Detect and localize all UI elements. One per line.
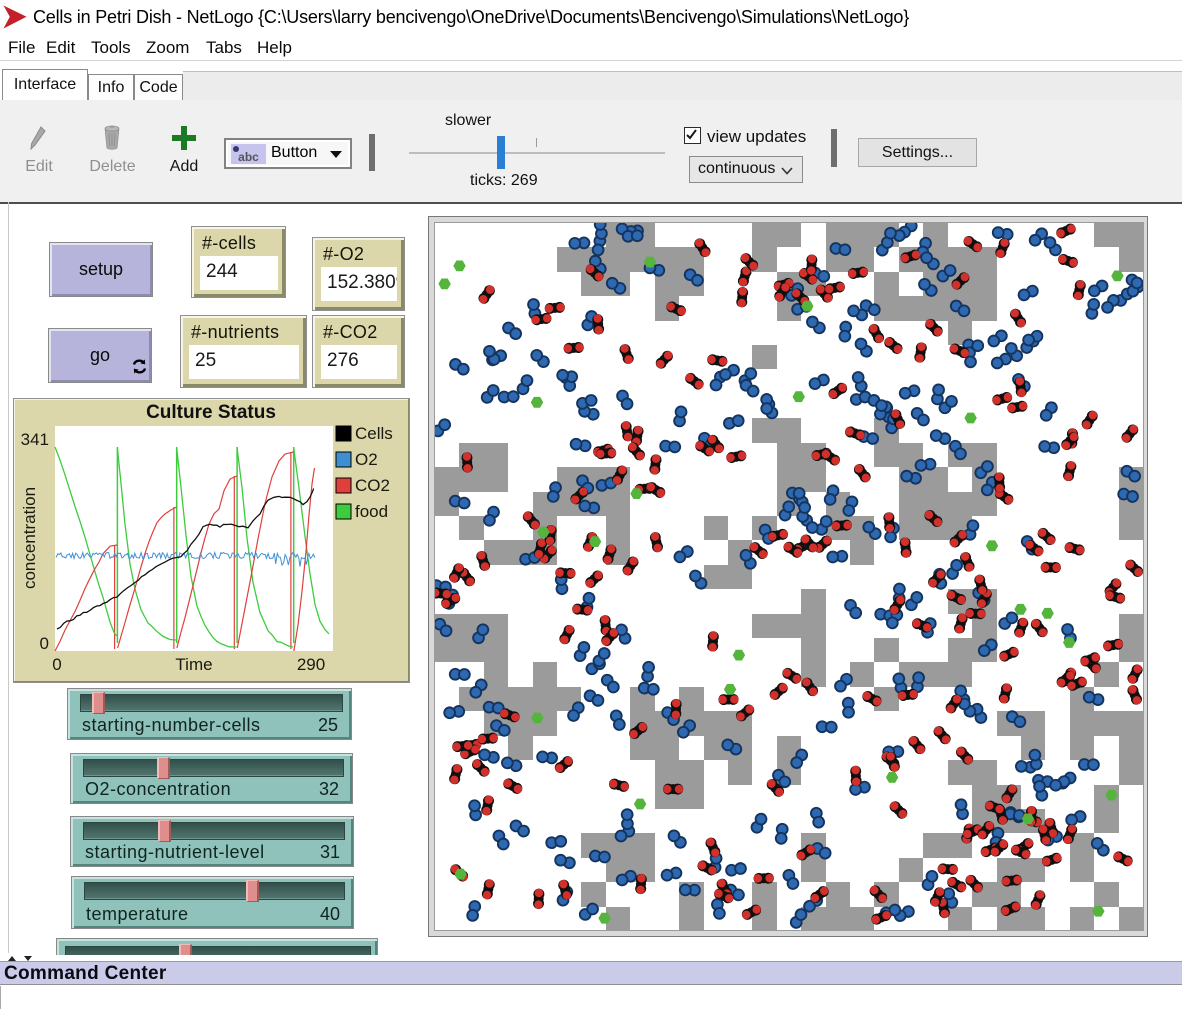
svg-text:Time: Time xyxy=(175,655,212,674)
svg-text:0: 0 xyxy=(40,634,49,653)
svg-text:concentration: concentration xyxy=(20,487,39,589)
svg-text:0: 0 xyxy=(52,655,61,674)
svg-text:Cells: Cells xyxy=(355,424,393,443)
svg-text:Culture Status: Culture Status xyxy=(146,402,276,423)
svg-text:341: 341 xyxy=(21,430,49,449)
svg-text:O2: O2 xyxy=(355,450,378,469)
svg-text:290: 290 xyxy=(297,655,325,674)
svg-text:food: food xyxy=(355,502,388,521)
svg-text:CO2: CO2 xyxy=(355,476,390,495)
